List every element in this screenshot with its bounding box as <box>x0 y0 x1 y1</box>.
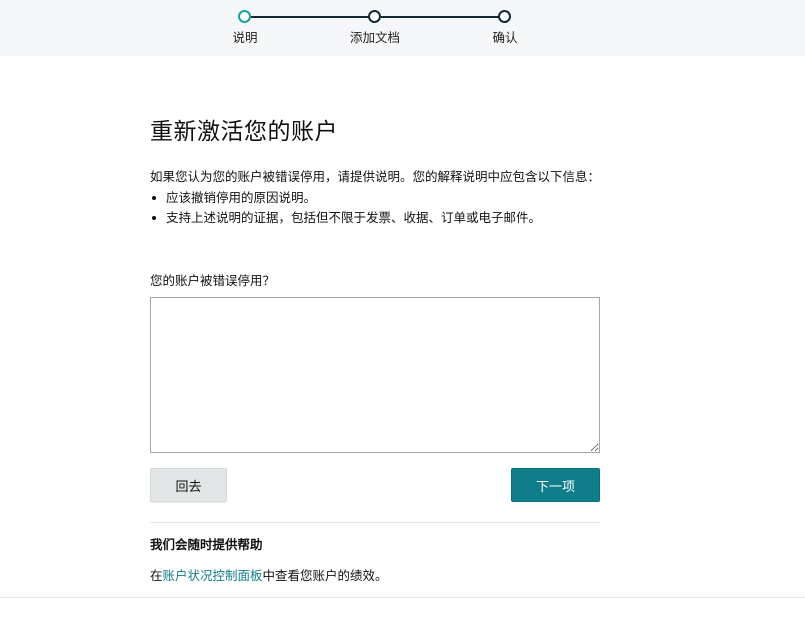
step-2-label: 添加文档 <box>349 30 401 45</box>
step-1-dot <box>238 10 251 23</box>
progress-stepper: 说明 添加文档 确认 <box>0 0 805 56</box>
form-actions: 回去 下一项 <box>150 468 600 502</box>
step-1-label: 说明 <box>232 30 258 45</box>
help-text-prefix: 在 <box>150 568 163 583</box>
requirements-list: 应该撤销停用的原因说明。 支持上述说明的证据，包括但不限于发票、收据、订单或电子… <box>150 188 600 228</box>
help-title: 我们会随时提供帮助 <box>150 537 263 552</box>
help-text: 在账户状况控制面板中查看您账户的绩效。 <box>150 565 600 584</box>
step-2-dot <box>368 10 381 23</box>
page-title: 重新激活您的账户 <box>150 119 338 145</box>
list-item: 支持上述说明的证据，包括但不限于发票、收据、订单或电子邮件。 <box>150 208 600 228</box>
footer-divider <box>0 597 805 598</box>
step-3-label: 确认 <box>492 30 518 45</box>
reactivation-form: 重新激活您的账户 如果您认为您的账户被错误停用，请提供说明。您的解释说明中应包含… <box>150 112 600 584</box>
step-connector <box>251 16 369 18</box>
back-button[interactable]: 回去 <box>150 468 227 502</box>
account-health-dashboard-link[interactable]: 账户状况控制面板 <box>163 568 263 583</box>
question-label: 您的账户被错误停用？ <box>150 273 276 288</box>
list-item: 应该撤销停用的原因说明。 <box>150 188 600 208</box>
intro-text: 如果您认为您的账户被错误停用，请提供说明。您的解释说明中应包含以下信息： <box>150 169 601 184</box>
step-3-dot <box>498 10 511 23</box>
help-text-suffix: 中查看您账户的绩效。 <box>262 568 388 583</box>
explanation-textarea[interactable] <box>150 297 600 453</box>
step-connector <box>381 16 499 18</box>
next-button[interactable]: 下一项 <box>511 468 600 502</box>
divider <box>150 522 600 523</box>
